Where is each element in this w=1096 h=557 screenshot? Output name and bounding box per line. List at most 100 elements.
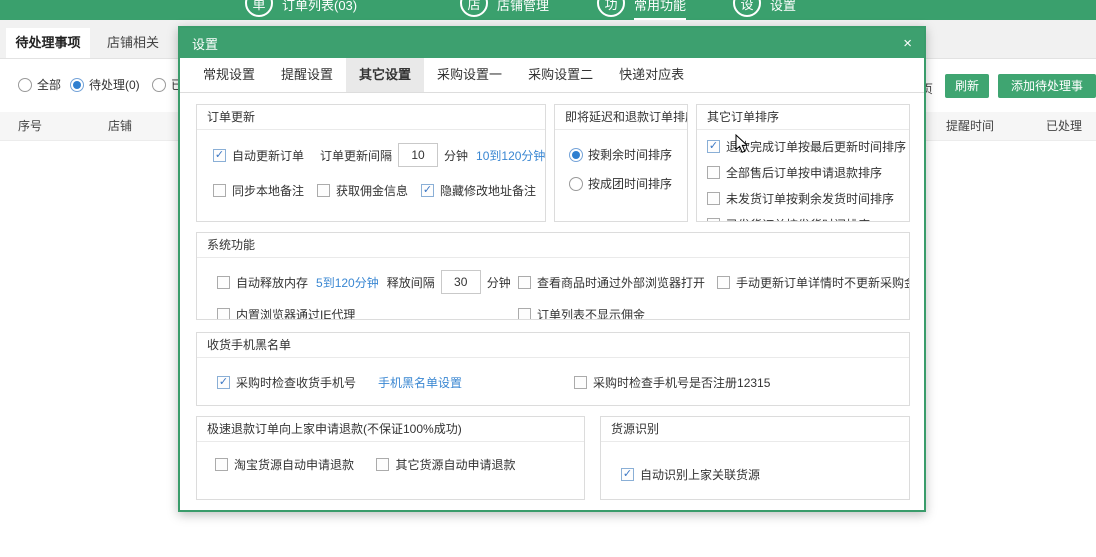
checkbox-icon (707, 218, 720, 222)
dialog-header: 设置 × (180, 28, 924, 58)
checkbox-icon (518, 308, 531, 320)
tab-shop-related[interactable]: 店铺相关 (98, 28, 168, 58)
checkbox-icon (707, 140, 720, 153)
functions-icon: 功 (597, 0, 625, 17)
checkbox-ie-proxy[interactable]: 内置浏览器通过IE代理 (217, 306, 355, 320)
tab-express-table[interactable]: 快递对应表 (606, 58, 697, 92)
checkbox-shipped-sort[interactable]: 已发货订单按发货时间排序 (707, 216, 870, 222)
checkbox-sync-local-notes[interactable]: 同步本地备注 (213, 182, 304, 199)
checkbox-label: 全部售后订单按申请退款排序 (726, 164, 882, 181)
checkbox-check-phone[interactable]: 采购时检查收货手机号 (217, 374, 356, 391)
filter-all[interactable]: 全部 (18, 76, 61, 93)
checkbox-aftersale-sort[interactable]: 全部售后订单按申请退款排序 (707, 164, 882, 181)
checkbox-label: 隐藏修改地址备注 (440, 182, 536, 199)
minutes-label: 分钟 (487, 274, 511, 291)
section-system-functions: 系统功能 自动释放内存 5到120分钟 释放间隔 分钟 查 (196, 232, 910, 320)
radio-label: 按成团时间排序 (588, 175, 672, 192)
checkbox-icon (518, 276, 531, 289)
filter-pending[interactable]: 待处理(0) (70, 76, 140, 93)
filter-label: 全部 (37, 76, 61, 93)
checkbox-icon (217, 308, 230, 320)
settings-dialog: 设置 × 常规设置 提醒设置 其它设置 采购设置一 采购设置二 快递对应表 订单… (178, 26, 926, 512)
col-serial: 序号 (18, 112, 42, 140)
settings-icon: 设 (733, 0, 761, 17)
checkbox-unshipped-sort[interactable]: 未发货订单按剩余发货时间排序 (707, 190, 894, 207)
checkbox-icon (217, 376, 230, 389)
checkbox-other-auto-refund[interactable]: 其它货源自动申请退款 (376, 456, 515, 473)
section-title: 货源识别 (601, 417, 909, 442)
checkbox-auto-release-memory[interactable]: 自动释放内存 (217, 274, 308, 291)
radio-sort-by-group-time[interactable]: 按成团时间排序 (569, 175, 687, 192)
radio-icon (569, 177, 583, 191)
tab-general-settings[interactable]: 常规设置 (190, 58, 268, 92)
checkbox-auto-detect-source[interactable]: 自动识别上家关联货源 (621, 466, 760, 483)
checkbox-label: 订单列表不显示佣金 (537, 306, 645, 320)
order-icon: 单 (245, 0, 273, 17)
app-screen: 单 订单列表(03) 店 店铺管理 功 常用功能 设 设置 待处理事项 店铺相关… (0, 0, 1096, 557)
col-shop: 店铺 (108, 112, 132, 140)
radio-sort-by-remaining-time[interactable]: 按剩余时间排序 (569, 146, 687, 163)
checkbox-label: 手动更新订单详情时不更新采购金额 (736, 274, 910, 291)
close-icon[interactable]: × (903, 36, 912, 51)
blacklist-settings-link[interactable]: 手机黑名单设置 (378, 374, 462, 391)
checkbox-label: 淘宝货源自动申请退款 (234, 456, 354, 473)
nav-item-settings[interactable]: 设 设置 (733, 0, 796, 20)
checkbox-label: 查看商品时通过外部浏览器打开 (537, 274, 705, 291)
checkbox-auto-update-orders[interactable]: 自动更新订单 (213, 147, 304, 164)
section-phone-blacklist: 收货手机黑名单 采购时检查收货手机号 手机黑名单设置 采购时检查手机号是否注册1… (196, 332, 910, 406)
radio-icon (569, 148, 583, 162)
add-pending-item-button[interactable]: 添加待处理事项 (998, 74, 1096, 98)
section-title: 订单更新 (197, 105, 545, 130)
nav-item-shop-manage[interactable]: 店 店铺管理 (460, 0, 549, 20)
update-interval-input[interactable] (398, 143, 438, 167)
refresh-button[interactable]: 刷新 (945, 74, 989, 98)
col-processed: 已处理 (1046, 112, 1082, 140)
nav-item-order-list[interactable]: 单 订单列表(03) (245, 0, 357, 20)
minutes-label: 分钟 (444, 147, 468, 164)
dialog-body: 订单更新 自动更新订单 订单更新间隔 分钟 10到120分钟 同步本地备注 (180, 92, 924, 510)
checkbox-label: 获取佣金信息 (336, 182, 408, 199)
checkbox-label: 未发货订单按剩余发货时间排序 (726, 190, 894, 207)
checkbox-hide-commission-list[interactable]: 订单列表不显示佣金 (518, 306, 645, 320)
checkbox-icon (215, 458, 228, 471)
section-title: 即将延迟和退款订单排序 (555, 105, 687, 130)
checkbox-external-browser[interactable]: 查看商品时通过外部浏览器打开 (518, 274, 705, 291)
section-delay-refund-sort: 即将延迟和退款订单排序 按剩余时间排序 按成团时间排序 (554, 104, 688, 222)
checkbox-refund-complete-sort[interactable]: 退款完成订单按最后更新时间排序 (707, 138, 906, 155)
tab-other-settings[interactable]: 其它设置 (346, 58, 424, 92)
checkbox-label: 退款完成订单按最后更新时间排序 (726, 138, 906, 155)
checkbox-manual-update-no-purchase[interactable]: 手动更新订单详情时不更新采购金额 (717, 274, 910, 291)
release-range-hint: 5到120分钟 (316, 274, 379, 291)
checkbox-icon (213, 149, 226, 162)
checkbox-hide-address-note[interactable]: 隐藏修改地址备注 (421, 182, 536, 199)
col-remind-time: 提醒时间 (946, 112, 994, 140)
checkbox-label: 自动释放内存 (236, 274, 308, 291)
radio-icon (152, 78, 166, 92)
dialog-tabs: 常规设置 提醒设置 其它设置 采购设置一 采购设置二 快递对应表 (180, 58, 924, 93)
release-interval-input[interactable] (441, 270, 481, 294)
nav-label: 设置 (770, 0, 796, 20)
checkbox-icon (621, 468, 634, 481)
section-order-update: 订单更新 自动更新订单 订单更新间隔 分钟 10到120分钟 同步本地备注 (196, 104, 546, 222)
tab-purchase-settings-2[interactable]: 采购设置二 (515, 58, 606, 92)
checkbox-icon (717, 276, 730, 289)
checkbox-check-12315[interactable]: 采购时检查手机号是否注册12315 (574, 374, 770, 391)
nav-item-common-functions[interactable]: 功 常用功能 (597, 0, 686, 20)
checkbox-icon (217, 276, 230, 289)
radio-label: 按剩余时间排序 (588, 146, 672, 163)
checkbox-get-commission[interactable]: 获取佣金信息 (317, 182, 408, 199)
tab-reminder-settings[interactable]: 提醒设置 (268, 58, 346, 92)
checkbox-label: 同步本地备注 (232, 182, 304, 199)
release-interval-label: 释放间隔 (387, 274, 435, 291)
checkbox-icon (707, 192, 720, 205)
tab-pending-items[interactable]: 待处理事项 (6, 28, 90, 58)
checkbox-label: 自动更新订单 (232, 147, 304, 164)
checkbox-icon (574, 376, 587, 389)
checkbox-label: 其它货源自动申请退款 (395, 456, 515, 473)
checkbox-taobao-auto-refund[interactable]: 淘宝货源自动申请退款 (215, 456, 354, 473)
section-title: 其它订单排序 (697, 105, 909, 130)
checkbox-label: 采购时检查收货手机号 (236, 374, 356, 391)
nav-label: 常用功能 (634, 0, 686, 20)
tab-purchase-settings-1[interactable]: 采购设置一 (424, 58, 515, 92)
checkbox-label: 自动识别上家关联货源 (640, 466, 760, 483)
